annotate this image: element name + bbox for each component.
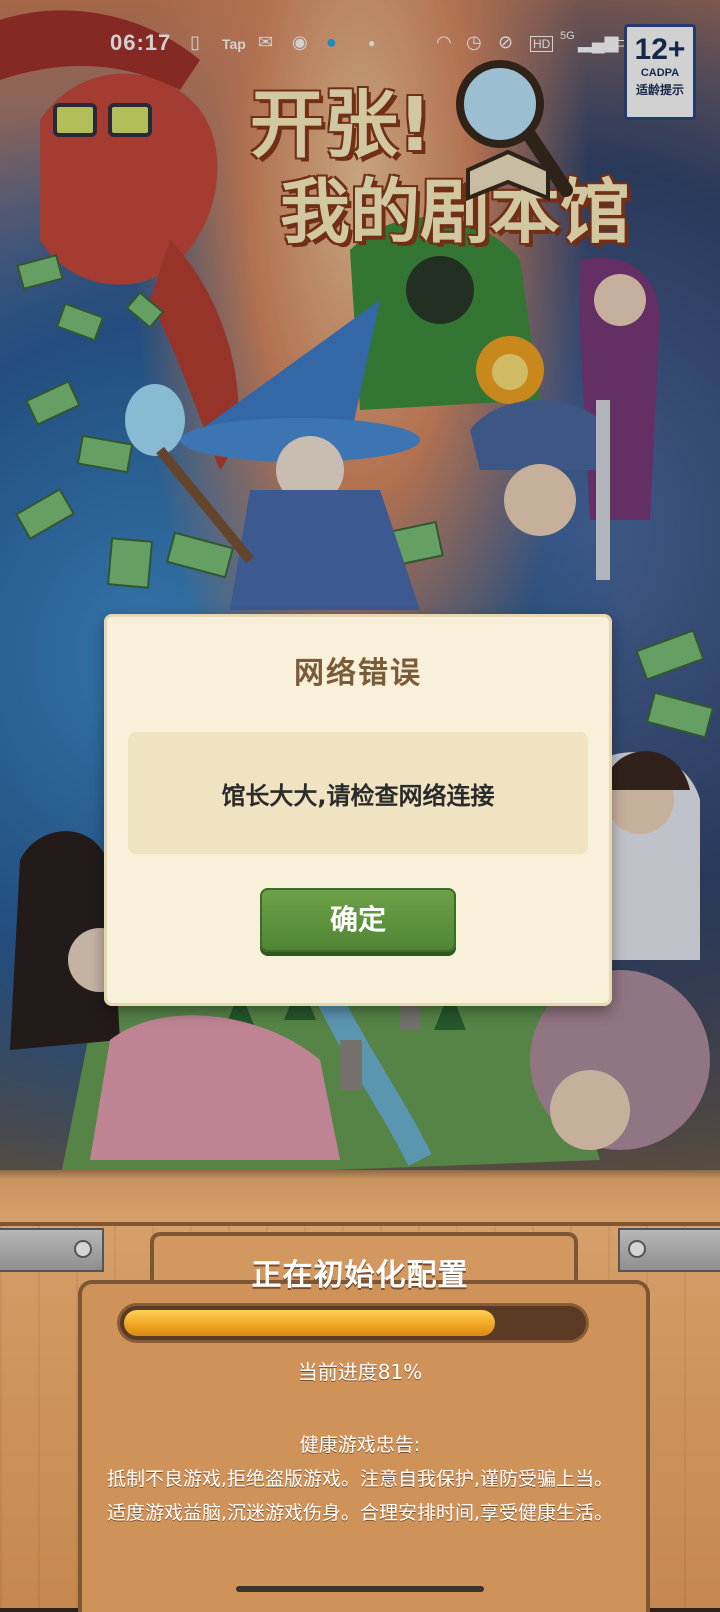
network-error-dialog: 网络错误 馆长大大,请检查网络连接 确定 — [104, 614, 612, 1006]
advice-line-1: 抵制不良游戏,拒绝盗版游戏。注意自我保护,谨防受骗上当。 — [106, 1468, 614, 1490]
wood-top-strip — [0, 1170, 720, 1226]
progress-bar — [120, 1306, 586, 1340]
dialog-title: 网络错误 — [294, 656, 422, 691]
loading-panel: 正在初始化配置 当前进度81% 健康游戏忠告: 抵制不良游戏,拒绝盗版游戏。注意… — [0, 1170, 720, 1612]
gesture-nav-bar[interactable] — [236, 1586, 484, 1592]
confirm-button[interactable]: 确定 — [260, 888, 456, 952]
advice-title: 健康游戏忠告: — [299, 1434, 421, 1456]
dialog-message: 馆长大大,请检查网络连接 — [221, 782, 495, 810]
dialog-message-box: 馆长大大,请检查网络连接 — [128, 732, 588, 854]
modal-backdrop — [0, 0, 720, 1190]
progress-bar-fill — [124, 1310, 495, 1336]
health-advice: 健康游戏忠告: 抵制不良游戏,拒绝盗版游戏。注意自我保护,谨防受骗上当。 适度游… — [0, 1428, 720, 1530]
loading-title: 正在初始化配置 — [251, 1258, 469, 1293]
advice-line-2: 适度游戏益脑,沉迷游戏伤身。合理安排时间,享受健康生活。 — [106, 1502, 614, 1524]
progress-text: 当前进度81% — [297, 1360, 423, 1384]
